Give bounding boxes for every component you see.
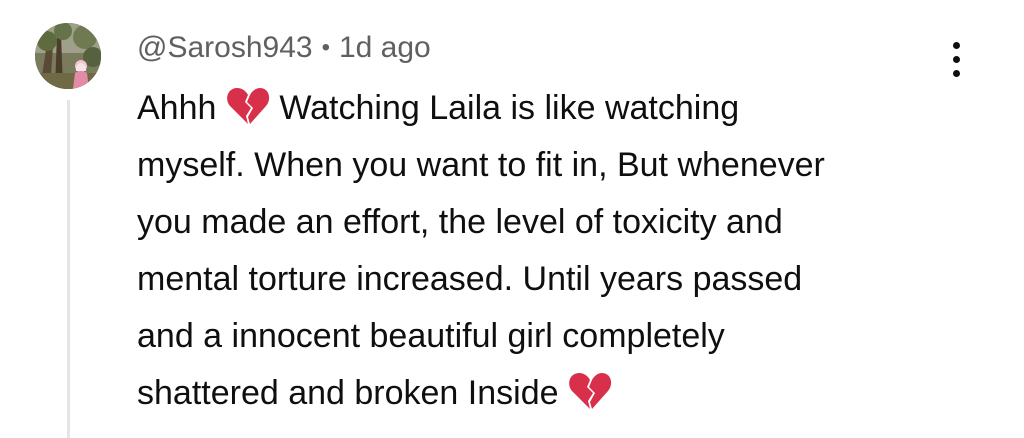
comment-line: mental torture increased. Until years pa… [137,260,803,298]
comment-line: myself. When you want to fit in, But whe… [137,146,825,184]
comment-line: shattered and broken Inside [137,365,937,422]
menu-dot [952,41,960,49]
broken-heart-icon [569,373,612,409]
comment-line: Ahhh Watching Laila is like watching [137,80,937,137]
comment: @Sarosh943 • 1d ago Ahhh Watching Laila … [0,0,1024,438]
comment-line-text: Watching Laila is like watching [279,89,740,127]
menu-dot [952,69,960,77]
menu-dot [952,55,960,63]
comment-line-text: Ahhh [137,89,217,127]
meta-separator: • [321,34,330,61]
comment-timestamp: 1d ago [338,31,431,64]
comment-line: you made an effort, the level of toxicit… [137,203,783,241]
avatar[interactable] [35,23,101,89]
comment-text: Ahhh Watching Laila is like watching mys… [137,80,937,422]
author-handle[interactable]: @Sarosh943 [137,31,313,65]
comment-line-text: shattered and broken Inside [137,374,559,412]
thread-line [67,100,70,438]
more-vert-icon[interactable] [938,36,974,82]
broken-heart-icon [227,88,269,124]
comment-line: and a innocent beautiful girl completely [137,317,725,355]
comment-header: @Sarosh943 • 1d ago [137,26,431,70]
profile-photo-icon [35,23,101,89]
